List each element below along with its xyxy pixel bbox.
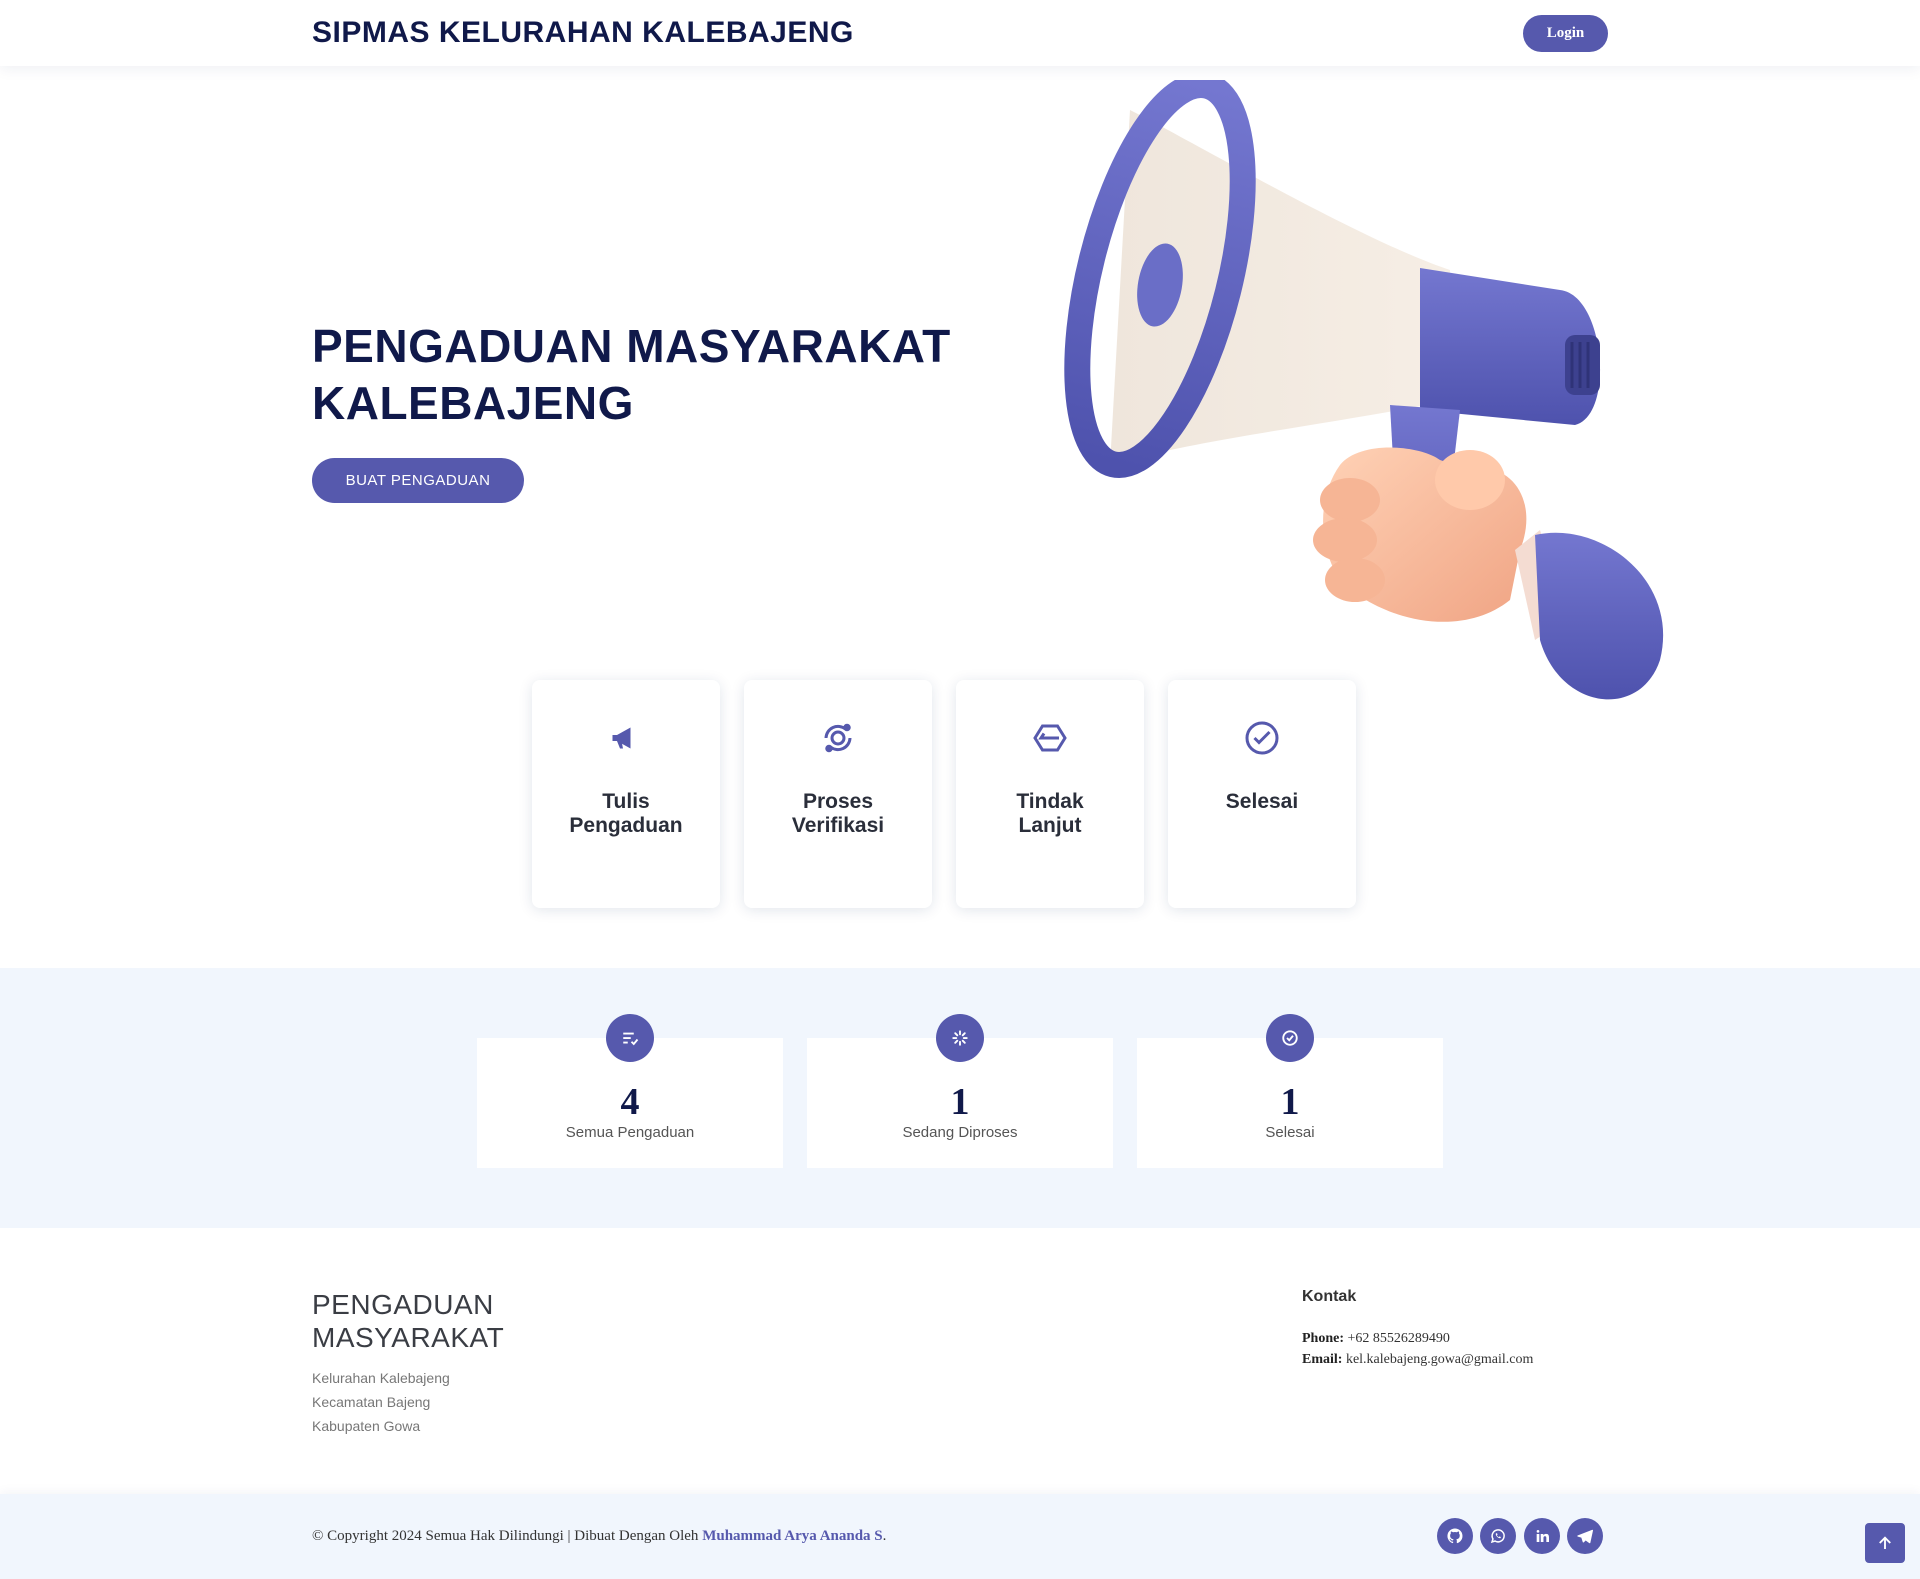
footer-title: PENGADUAN MASYARAKAT xyxy=(312,1289,505,1353)
telegram-icon[interactable] xyxy=(1567,1518,1603,1554)
author-link[interactable]: Muhammad Arya Ananda S xyxy=(702,1528,882,1544)
address-line: Kecamatan Bajeng xyxy=(312,1394,431,1410)
loader-icon xyxy=(936,1014,984,1062)
linkedin-icon[interactable] xyxy=(1524,1518,1560,1554)
stat-value: 1 xyxy=(950,1081,970,1123)
step-label: Tindak Lanjut xyxy=(1016,790,1084,837)
hero-title-line2: KALEBAJENG xyxy=(312,377,634,429)
back-to-top-button[interactable] xyxy=(1865,1523,1905,1563)
check-circle-icon xyxy=(1266,1014,1314,1062)
github-icon[interactable] xyxy=(1437,1518,1473,1554)
step-label: Tulis Pengaduan xyxy=(569,790,683,837)
whatsapp-icon[interactable] xyxy=(1480,1518,1516,1554)
hexagon-icon xyxy=(956,720,1144,760)
stat-value: 1 xyxy=(1280,1081,1300,1123)
check-circle-icon xyxy=(1168,720,1356,760)
address-line: Kabupaten Gowa xyxy=(312,1418,421,1434)
verify-icon xyxy=(744,720,932,760)
megaphone-illustration xyxy=(1064,80,1664,700)
contact-email: Email: kel.kalebajeng.gowa@gmail.com xyxy=(1302,1352,1534,1367)
arrow-up-icon xyxy=(1879,1536,1891,1549)
hero-title: PENGADUAN MASYARAKAT KALEBAJENG xyxy=(312,318,1012,432)
step-label: Proses Verifikasi xyxy=(791,790,885,837)
footer-address: Kelurahan Kalebajeng Kecamatan Bajeng Ka… xyxy=(312,1366,450,1438)
create-complaint-button[interactable]: BUAT PENGADUAN xyxy=(312,458,524,503)
address-line: Kelurahan Kalebajeng xyxy=(312,1370,450,1386)
step-card-write: Tulis Pengaduan xyxy=(532,680,720,908)
footer-bottom-bar xyxy=(0,1494,1920,1579)
contact-info: Phone: +62 85526289490 Email: kel.kaleba… xyxy=(1302,1328,1533,1370)
stat-caption: Semua Pengaduan xyxy=(565,1124,695,1141)
hero-title-line1: PENGADUAN MASYARAKAT xyxy=(312,320,951,372)
contact-phone: Phone: +62 85526289490 xyxy=(1302,1331,1450,1346)
copyright-text: © Copyright 2024 Semua Hak Dilindungi | … xyxy=(312,1528,887,1544)
stat-value: 4 xyxy=(620,1081,640,1123)
stat-caption: Sedang Diproses xyxy=(902,1124,1018,1141)
stat-caption: Selesai xyxy=(1265,1124,1315,1141)
contact-heading: Kontak xyxy=(1302,1288,1357,1305)
list-check-icon xyxy=(606,1014,654,1062)
step-card-verify: Proses Verifikasi xyxy=(744,680,932,908)
step-label: Selesai xyxy=(1225,790,1299,813)
navbar: SIPMAS KELURAHAN KALEBAJENG Login xyxy=(0,0,1920,66)
footer xyxy=(0,1228,1920,1494)
step-card-followup: Tindak Lanjut xyxy=(956,680,1144,908)
megaphone-icon xyxy=(532,720,720,760)
step-card-done: Selesai xyxy=(1168,680,1356,908)
site-brand[interactable]: SIPMAS KELURAHAN KALEBAJENG xyxy=(312,16,854,50)
login-button[interactable]: Login xyxy=(1523,15,1608,52)
